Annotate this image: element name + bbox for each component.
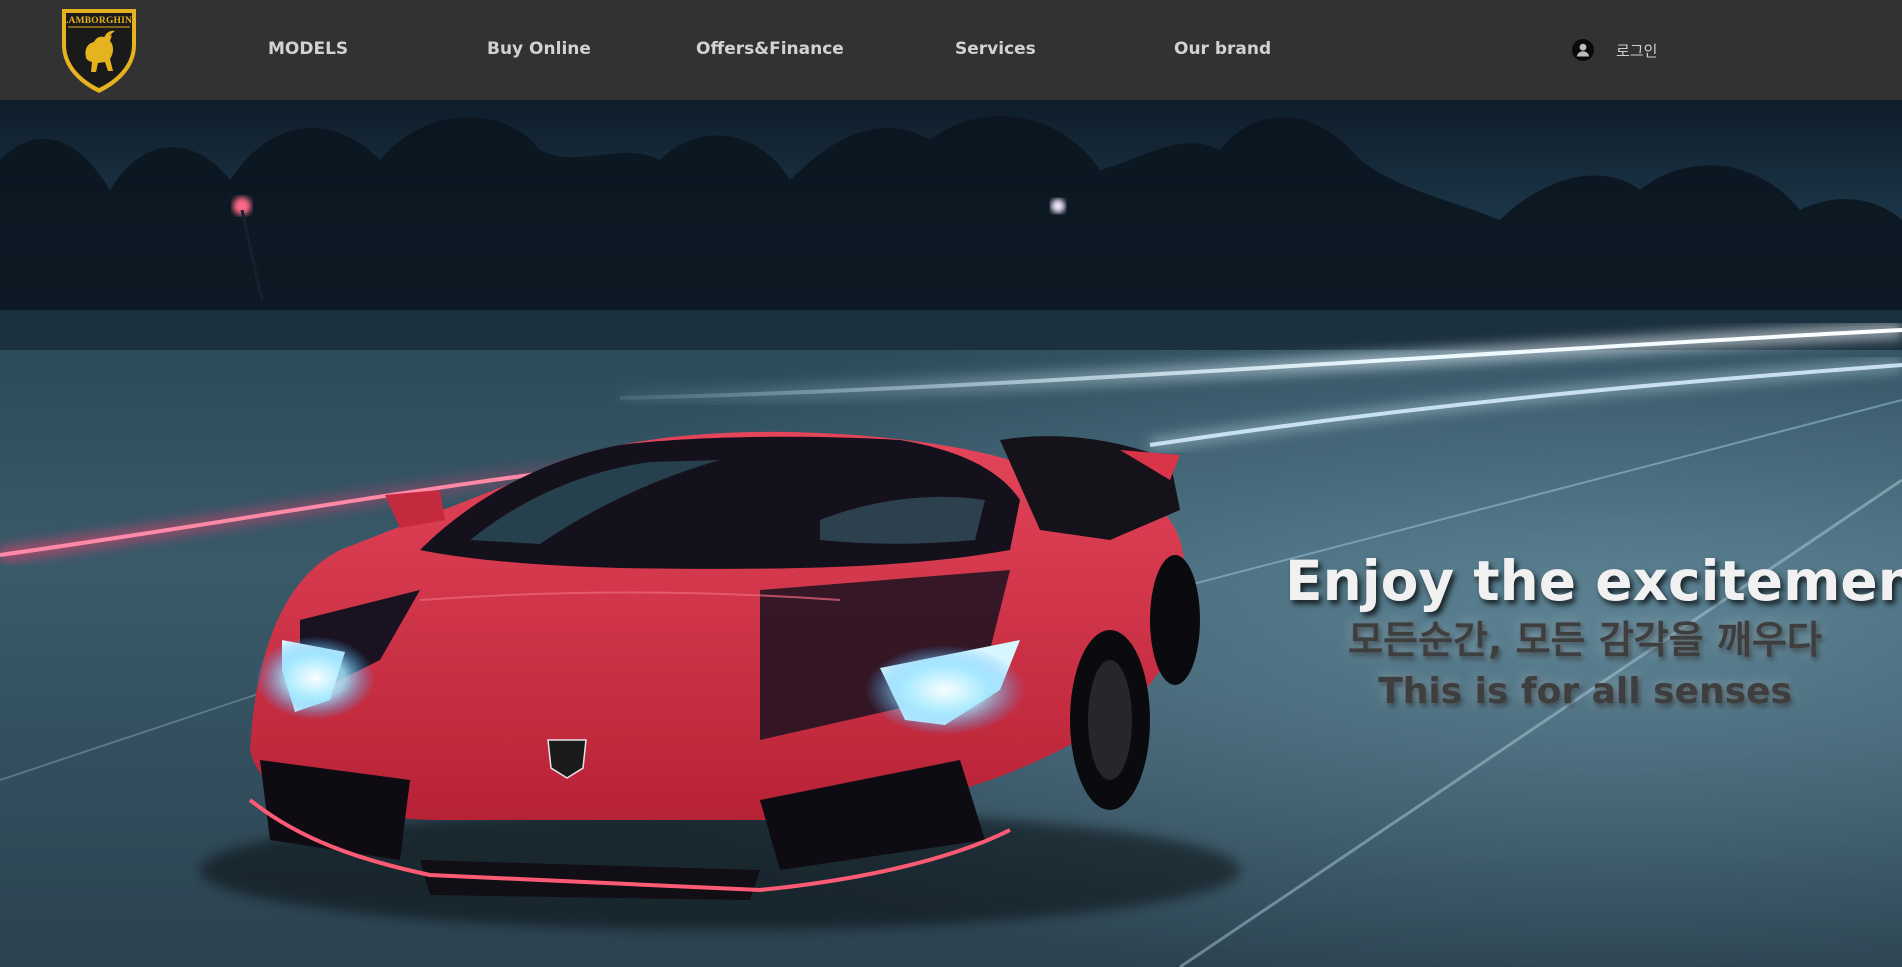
nav-our-brand[interactable]: Our brand	[1174, 39, 1271, 59]
page: LAMBORGHINI MODELS Buy Online Offers&Fin…	[0, 0, 1902, 967]
user-circle-icon	[1572, 39, 1594, 61]
hero-subline-english: This is for all senses	[1378, 671, 1792, 712]
login-label: 로그인	[1616, 41, 1658, 60]
nav-models[interactable]: MODELS	[268, 39, 348, 59]
nav-services[interactable]: Services	[955, 39, 1036, 59]
hero-banner: Enjoy the excitement 모든순간, 모든 감각을 깨우다 Th…	[0, 100, 1902, 967]
hero-subline-korean: 모든순간, 모든 감각을 깨우다	[1348, 618, 1822, 662]
hero-car-image	[0, 100, 1902, 967]
hero-headline: Enjoy the excitement	[1285, 549, 1902, 613]
login-button[interactable]: 로그인	[1572, 38, 1657, 62]
nav-buy-online[interactable]: Buy Online	[487, 39, 591, 59]
nav-offers-finance[interactable]: Offers&Finance	[696, 39, 844, 59]
logo-wordmark: LAMBORGHINI	[62, 16, 136, 26]
brand-logo[interactable]: LAMBORGHINI	[58, 5, 140, 95]
hero-headline-block: Enjoy the excitement 모든순간, 모든 감각을 깨우다 Th…	[1285, 548, 1902, 718]
site-header: LAMBORGHINI MODELS Buy Online Offers&Fin…	[0, 0, 1902, 100]
